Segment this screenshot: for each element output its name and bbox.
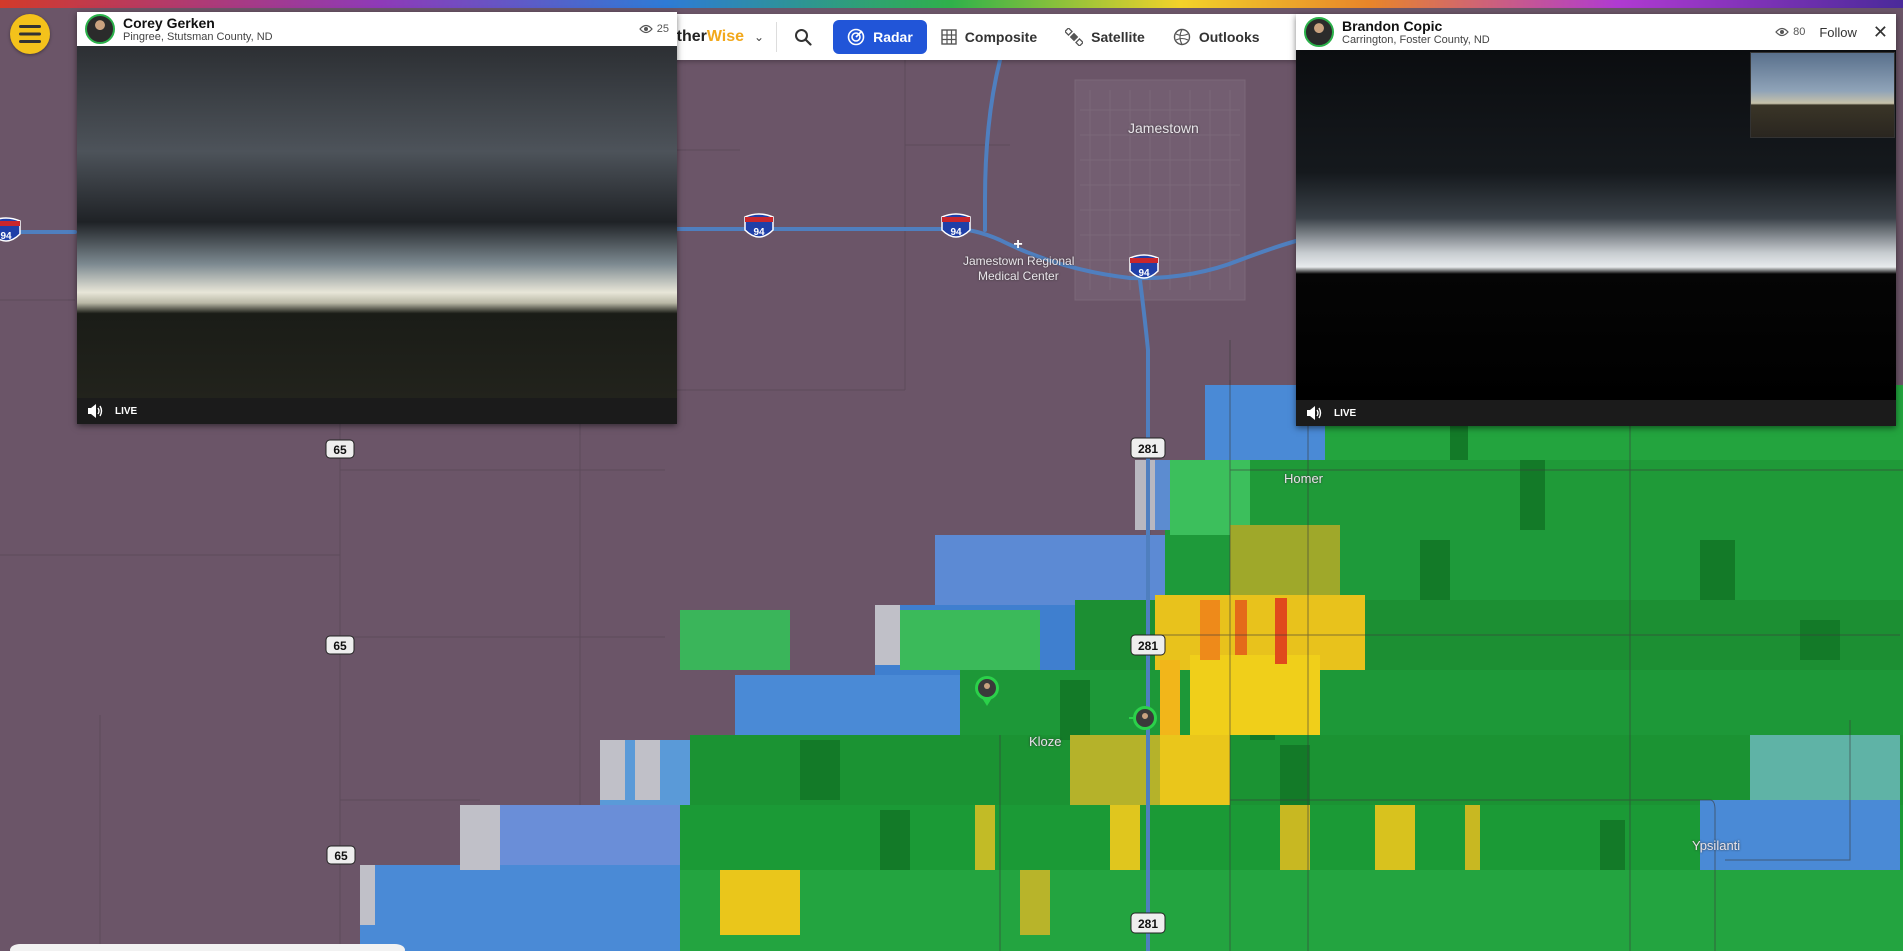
- globe-icon: [1173, 28, 1191, 46]
- poi-label: Jamestown Regional: [963, 254, 1075, 268]
- avatar[interactable]: [85, 14, 115, 44]
- live-stream-panel[interactable]: Corey Gerken Pingree, Stutsman County, N…: [77, 12, 677, 424]
- satellite-icon: [1065, 28, 1084, 46]
- avatar[interactable]: [1304, 17, 1334, 47]
- tab-satellite[interactable]: Satellite: [1051, 20, 1159, 54]
- volume-button[interactable]: [1306, 406, 1322, 420]
- svg-text:94: 94: [0, 231, 12, 242]
- eye-icon: [1775, 27, 1789, 37]
- search-button[interactable]: [789, 23, 817, 51]
- streamer-location: Carrington, Foster County, ND: [1342, 33, 1490, 46]
- place-label: Jamestown: [1128, 120, 1199, 136]
- svg-text:281: 281: [1138, 639, 1158, 653]
- video-feed[interactable]: [77, 46, 677, 398]
- svg-text:281: 281: [1138, 917, 1158, 931]
- tab-outlooks[interactable]: Outlooks: [1159, 20, 1274, 54]
- svg-text:94: 94: [950, 227, 962, 238]
- streamer-name[interactable]: Corey Gerken: [123, 15, 273, 31]
- svg-text:65: 65: [333, 443, 347, 457]
- speaker-icon: [1307, 406, 1322, 420]
- menu-button[interactable]: [10, 14, 50, 54]
- video-controls: LIVE: [77, 398, 677, 424]
- svg-text:65: 65: [333, 639, 347, 653]
- stream-header: Brandon Copic Carrington, Foster County,…: [1296, 14, 1896, 50]
- top-color-strip: [0, 0, 1903, 8]
- video-controls: LIVE: [1296, 400, 1896, 426]
- live-badge: LIVE: [115, 405, 138, 417]
- svg-text:94: 94: [1138, 268, 1150, 279]
- toolbar-divider: [776, 22, 778, 52]
- svg-text:94: 94: [753, 227, 765, 238]
- eye-icon: [638, 24, 653, 34]
- live-badge: LIVE: [1334, 407, 1357, 419]
- close-icon[interactable]: ✕: [1873, 22, 1888, 43]
- hamburger-icon: [19, 25, 41, 43]
- place-label: Ypsilanti: [1692, 838, 1741, 853]
- tab-radar[interactable]: Radar: [833, 20, 927, 54]
- picture-in-picture-feed[interactable]: [1750, 52, 1895, 138]
- place-label: Kloze: [1029, 734, 1062, 749]
- svg-text:+: +: [1013, 236, 1022, 253]
- radar-icon: [847, 28, 865, 46]
- follow-button[interactable]: Follow: [1819, 25, 1857, 40]
- svg-text:281: 281: [1138, 442, 1158, 456]
- viewer-count: 80: [1775, 26, 1805, 38]
- place-label: Homer: [1284, 471, 1324, 486]
- tab-composite[interactable]: Composite: [927, 20, 1051, 54]
- stream-header: Corey Gerken Pingree, Stutsman County, N…: [77, 12, 677, 46]
- main-toolbar: WeatherWise ⌄ Radar Composite Satellite …: [600, 14, 1315, 60]
- svg-text:65: 65: [334, 849, 348, 863]
- viewer-count: 25: [638, 23, 669, 35]
- poi-label: Medical Center: [978, 269, 1059, 283]
- streamer-location: Pingree, Stutsman County, ND: [123, 30, 273, 43]
- chevron-down-icon: ⌄: [754, 30, 765, 44]
- speaker-icon: [88, 404, 103, 418]
- volume-button[interactable]: [87, 404, 103, 418]
- streamer-name[interactable]: Brandon Copic: [1342, 18, 1490, 34]
- grid-icon: [941, 29, 957, 45]
- search-icon: [795, 29, 812, 46]
